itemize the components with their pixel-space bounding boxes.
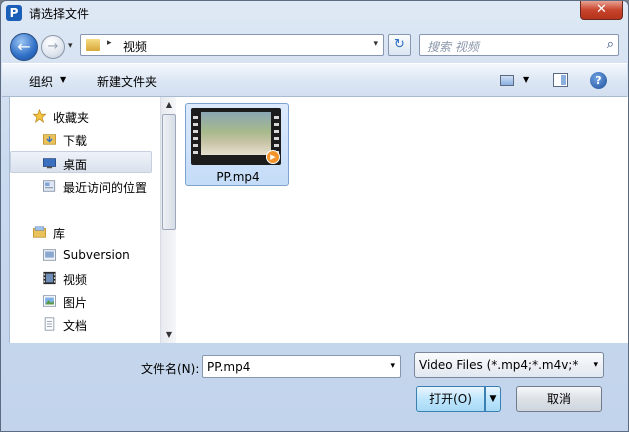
file-open-dialog: P 请选择文件 ✕ ← → ▾ ▸ 视频 ▾ ↻ 搜索 视频 ⌕ 组织 ▼ 新建… xyxy=(0,0,629,432)
title-bar: P 请选择文件 ✕ xyxy=(1,1,628,27)
back-button[interactable]: ← xyxy=(10,33,38,61)
search-input[interactable]: 搜索 视频 ⌕ xyxy=(419,34,619,56)
organize-menu-button[interactable]: 组织 xyxy=(29,73,53,90)
open-options-chevron-icon[interactable]: ▼ xyxy=(485,386,501,412)
subversion-icon xyxy=(43,249,56,261)
library-icon xyxy=(33,226,46,238)
desktop-icon xyxy=(43,158,56,169)
sidebar-item-recent-places[interactable]: 最近访问的位置 xyxy=(10,175,152,197)
search-placeholder: 搜索 视频 xyxy=(427,40,479,54)
search-icon[interactable]: ⌕ xyxy=(607,37,614,52)
sidebar-item-label: 下载 xyxy=(63,134,88,148)
preview-pane-icon[interactable] xyxy=(553,73,568,87)
sidebar-item-label: 图片 xyxy=(63,296,88,310)
file-list-pane[interactable]: ▶ PP.mp4 xyxy=(176,97,628,343)
sidebar-item-subversion[interactable]: Subversion xyxy=(10,244,152,266)
open-button[interactable]: 打开(O) xyxy=(416,386,485,412)
view-mode-icon[interactable] xyxy=(500,75,514,86)
filename-history-chevron-icon[interactable]: ▾ xyxy=(390,361,395,371)
app-logo-icon: P xyxy=(6,5,22,21)
command-toolbar: 组织 ▼ 新建文件夹 ▼ ? xyxy=(2,63,627,97)
sidebar-item-downloads[interactable]: 下载 xyxy=(10,128,152,150)
scroll-down-arrow-icon[interactable]: ▼ xyxy=(161,327,177,343)
video-frame-image xyxy=(201,112,271,155)
sidebar-item-libraries[interactable]: 库 xyxy=(10,221,152,243)
filename-label: 文件名(N): xyxy=(141,362,200,376)
file-item[interactable]: ▶ PP.mp4 xyxy=(185,103,289,186)
breadcrumb-separator-icon[interactable]: ▸ xyxy=(107,38,112,48)
address-bar[interactable]: ▸ 视频 ▾ xyxy=(80,34,384,56)
forward-button[interactable]: → xyxy=(41,35,65,59)
dialog-title: 请选择文件 xyxy=(29,7,90,21)
refresh-button[interactable]: ↻ xyxy=(388,34,411,56)
sidebar-scrollbar[interactable]: ▲ ▼ xyxy=(160,97,177,343)
documents-library-icon xyxy=(44,317,55,331)
view-mode-chevron-icon[interactable]: ▼ xyxy=(523,75,529,84)
sidebar-item-label: Subversion xyxy=(63,248,130,262)
breadcrumb-current[interactable]: 视频 xyxy=(123,38,147,55)
folder-icon xyxy=(86,39,100,51)
filename-value[interactable]: PP.mp4 xyxy=(207,360,250,374)
sidebar-item-favorites[interactable]: 收藏夹 xyxy=(10,105,152,127)
sidebar-item-label: 库 xyxy=(53,227,66,241)
sidebar-item-desktop[interactable]: 桌面 xyxy=(10,151,152,173)
filetype-select[interactable]: Video Files (*.mp4;*.m4v;*.mov ▾ xyxy=(414,352,604,378)
sidebar-item-label: 视频 xyxy=(63,273,88,287)
cancel-button[interactable]: 取消 xyxy=(516,386,602,412)
sidebar-item-label: 收藏夹 xyxy=(53,111,90,125)
filename-field[interactable]: PP.mp4 ▾ xyxy=(202,355,401,378)
sidebar-item-pictures[interactable]: 图片 xyxy=(10,290,152,312)
sidebar-item-label: 文档 xyxy=(63,319,88,333)
scroll-up-arrow-icon[interactable]: ▲ xyxy=(161,97,177,113)
videos-library-icon xyxy=(43,271,56,285)
sidebar-item-label: 桌面 xyxy=(63,158,88,172)
address-history-chevron-icon[interactable]: ▾ xyxy=(373,39,378,49)
play-badge-icon: ▶ xyxy=(266,150,280,164)
sidebar-item-videos[interactable]: 视频 xyxy=(10,267,152,289)
file-name: PP.mp4 xyxy=(216,170,260,184)
film-perforation xyxy=(193,112,198,155)
organize-chevron-icon[interactable]: ▼ xyxy=(60,75,66,84)
pictures-library-icon xyxy=(43,295,56,307)
new-folder-button[interactable]: 新建文件夹 xyxy=(97,73,157,90)
filetype-chevron-icon[interactable]: ▾ xyxy=(593,360,598,370)
scroll-thumb[interactable] xyxy=(162,114,176,230)
video-thumbnail: ▶ xyxy=(191,108,281,165)
navigation-pane: 收藏夹 下载 桌面 最近访问的位置 库 Subversion 视频 图片 文档 … xyxy=(9,97,177,343)
close-button[interactable]: ✕ xyxy=(580,1,623,20)
downloads-folder-icon xyxy=(43,134,56,145)
star-icon xyxy=(32,109,47,123)
sidebar-item-documents[interactable]: 文档 xyxy=(10,313,152,335)
sidebar-item-label: 最近访问的位置 xyxy=(63,181,148,195)
recent-places-icon xyxy=(43,180,56,192)
recent-locations-dropdown[interactable]: ▾ xyxy=(68,41,73,51)
film-perforation xyxy=(274,112,279,155)
filetype-value: Video Files (*.mp4;*.m4v;*.mov xyxy=(419,358,579,372)
help-icon[interactable]: ? xyxy=(590,72,607,89)
